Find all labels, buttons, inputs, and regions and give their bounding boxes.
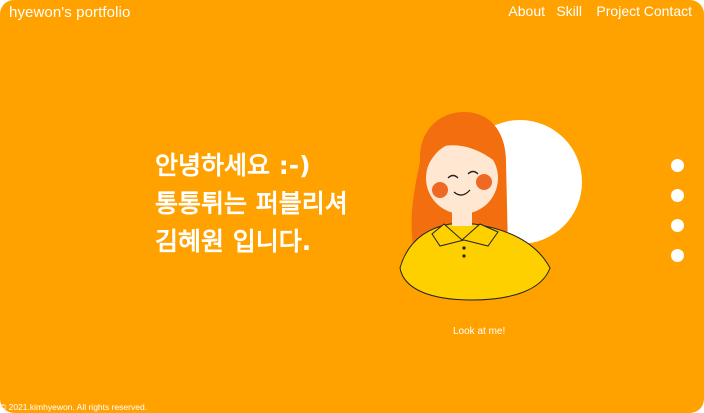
hero-greeting: 안녕하세요 :-) 통통튀는 퍼블리셔 김혜원 입니다. — [155, 147, 348, 261]
pager-dot-4[interactable] — [671, 249, 684, 262]
hero-line-3: 김혜원 입니다. — [155, 227, 312, 256]
left-cheek — [432, 182, 448, 198]
hero-line-2: 통통튀는 퍼블리셔 — [155, 189, 348, 218]
nav-link-contact[interactable]: Contact — [644, 3, 692, 19]
nav-link-about[interactable]: About — [508, 3, 545, 19]
pager-dot-1[interactable] — [671, 159, 684, 172]
pager-dot-2[interactable] — [671, 189, 684, 202]
footer-copyright: © 2021.kimhyewon. All rights reserved. — [0, 402, 148, 412]
nav-link-project[interactable]: Project — [596, 3, 640, 19]
portfolio-page: hyewon's portfolio About Skill Project C… — [0, 0, 704, 413]
section-pager — [671, 159, 685, 279]
right-cheek — [476, 174, 492, 190]
character-illustration — [399, 112, 582, 301]
hero-line-1: 안녕하세요 :-) — [155, 151, 311, 180]
illustration-caption: Look at me! — [453, 326, 506, 337]
brand-logo-link[interactable]: hyewon's portfolio — [9, 4, 130, 21]
shirt-button-1 — [462, 246, 466, 250]
shirt-button-2 — [462, 254, 466, 258]
nav-link-skill[interactable]: Skill — [556, 3, 582, 19]
pager-dot-3[interactable] — [671, 219, 684, 232]
